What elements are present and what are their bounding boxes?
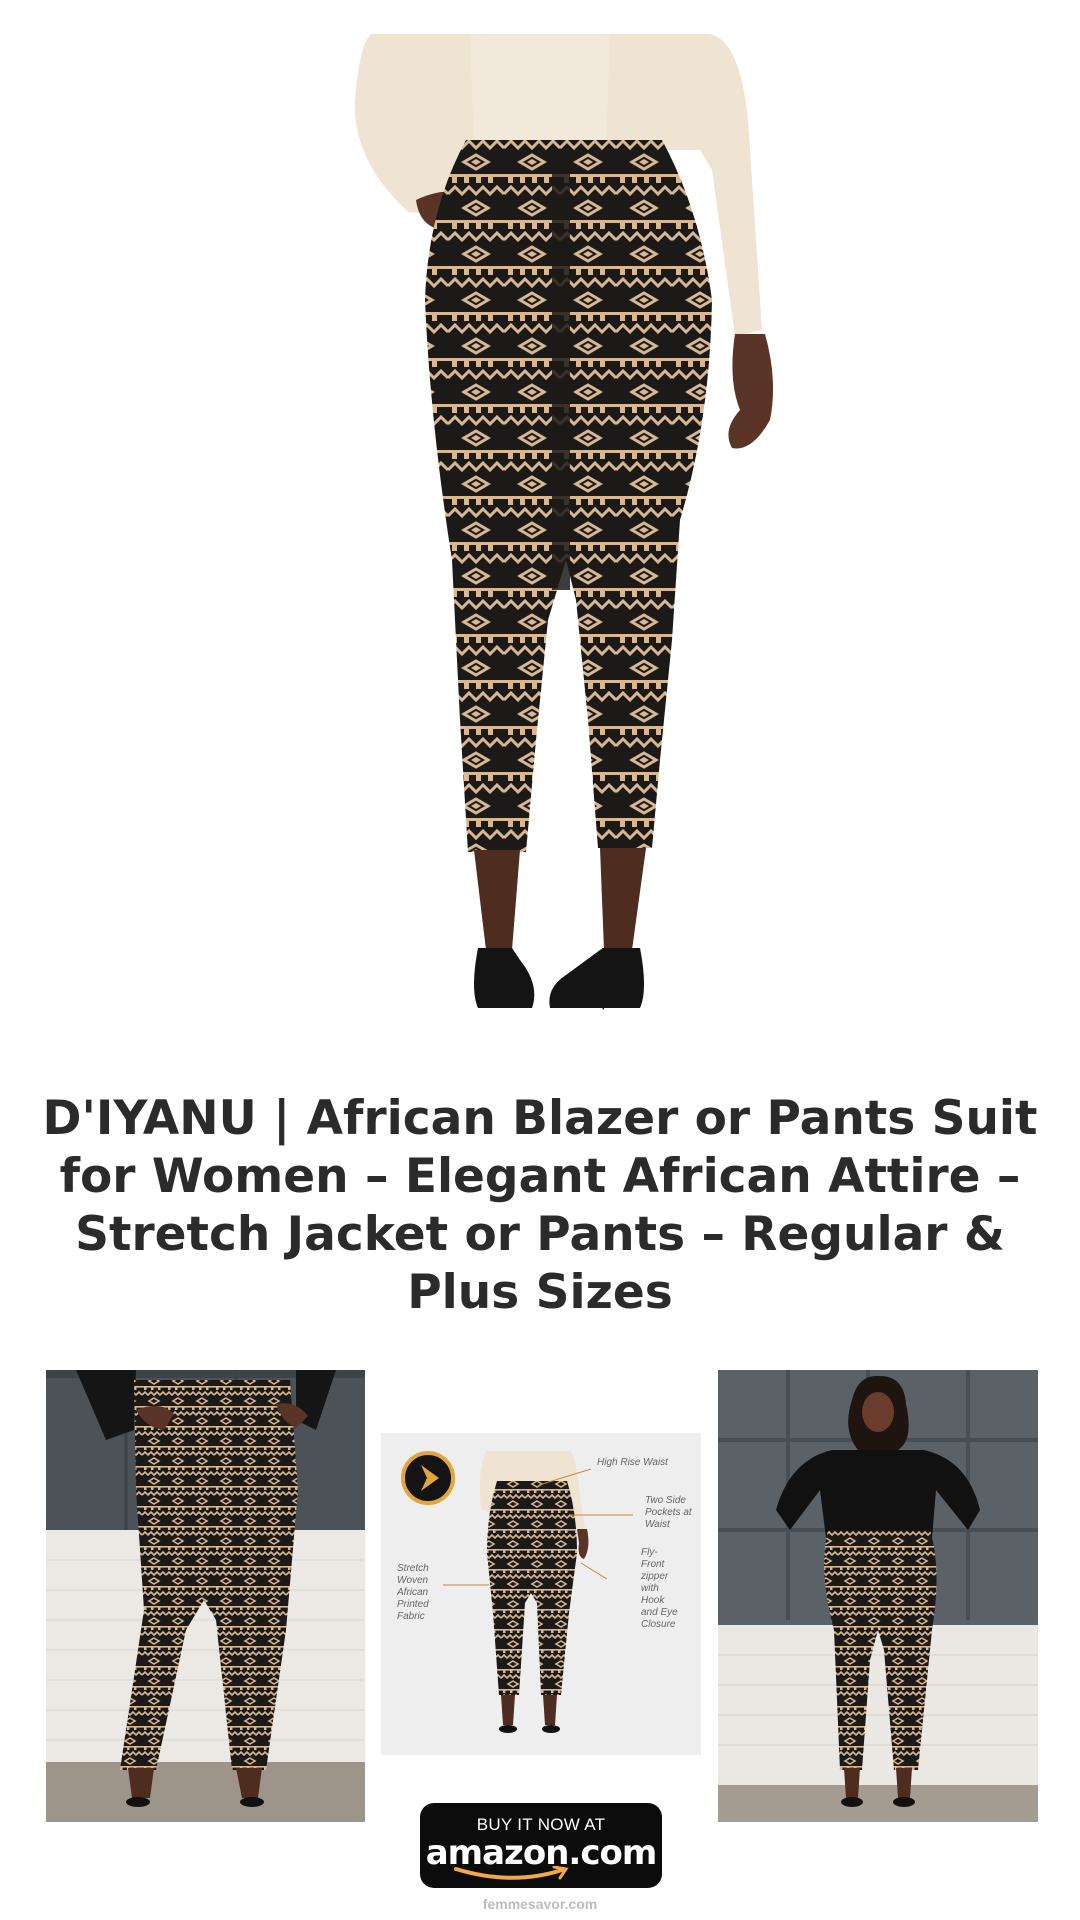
callout-fly-front-zipper: Fly- Front zipper with Hook and Eye Clos…	[641, 1547, 678, 1630]
amazon-smile-icon	[454, 1866, 569, 1880]
thumbnail-features-diagram[interactable]: High Rise Waist Two Side Pockets at Wais…	[381, 1433, 701, 1755]
thumbnail-front-view[interactable]	[46, 1370, 365, 1822]
buy-button-top-label: BUY IT NOW AT	[476, 1815, 606, 1834]
callout-high-rise-waist: High Rise Waist	[597, 1457, 668, 1468]
thumbnail-plus-size-view[interactable]	[718, 1370, 1038, 1822]
buy-on-amazon-button[interactable]: BUY IT NOW AT amazon.com	[420, 1803, 662, 1888]
product-title: D'IYANU | African Blazer or Pants Suit f…	[42, 1091, 1038, 1320]
callout-side-pockets: Two Side Pockets at Waist	[645, 1495, 692, 1530]
callout-stretch-fabric: Stretch Woven African Printed Fabric	[397, 1563, 429, 1622]
hero-product-image[interactable]	[0, 0, 1080, 1060]
footer-site-label: femmesavor.com	[482, 1896, 598, 1912]
play-icon	[401, 1451, 455, 1505]
